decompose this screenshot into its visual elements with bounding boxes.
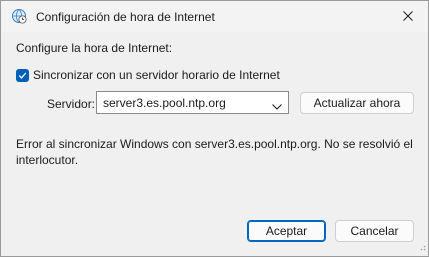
server-combobox[interactable]: server3.es.pool.ntp.org: [96, 91, 289, 114]
resize-grip-icon[interactable]: [418, 240, 426, 254]
sync-checkbox-row[interactable]: Sincronizar con un servidor horario de I…: [16, 68, 280, 82]
content-area: Configure la hora de Internet: Sincroniz…: [1, 32, 428, 208]
check-icon: [18, 71, 27, 79]
chevron-down-icon: [272, 99, 282, 113]
error-message: Error al sincronizar Windows con server3…: [16, 137, 413, 167]
server-value: server3.es.pool.ntp.org: [103, 96, 226, 110]
cancel-button[interactable]: Cancelar: [335, 220, 414, 242]
sync-checkbox-label: Sincronizar con un servidor horario de I…: [33, 68, 280, 82]
sync-checkbox[interactable]: [16, 68, 29, 82]
close-button[interactable]: [388, 1, 428, 32]
update-now-button[interactable]: Actualizar ahora: [300, 92, 414, 114]
clock-globe-icon: [11, 8, 27, 24]
section-heading: Configure la hora de Internet:: [16, 41, 173, 55]
accept-button[interactable]: Aceptar: [247, 220, 326, 242]
server-label: Servidor:: [47, 97, 96, 111]
window-title: Configuración de hora de Internet: [36, 10, 215, 24]
title-bar[interactable]: Configuración de hora de Internet: [1, 1, 428, 32]
dialog-window: Configuración de hora de Internet Config…: [0, 0, 429, 257]
close-icon: [403, 10, 413, 24]
